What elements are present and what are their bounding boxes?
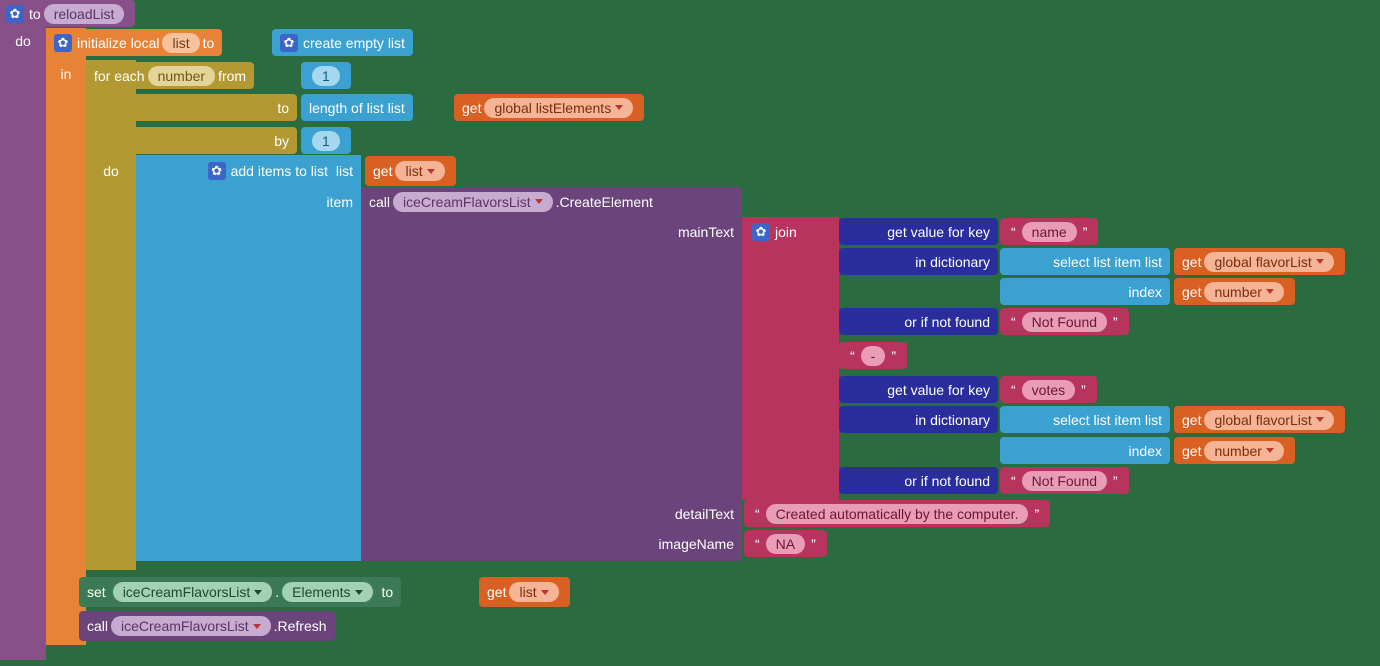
imageName-label: imageName xyxy=(361,530,742,557)
get-number-2[interactable]: get number xyxy=(1174,437,1295,464)
from-value[interactable]: 1 xyxy=(301,62,351,89)
add-items-block[interactable]: ✿ add items to list list xyxy=(136,156,361,186)
get-list-1[interactable]: get list xyxy=(365,156,456,186)
init-var[interactable]: list xyxy=(162,33,199,53)
imageName-literal[interactable]: “NA” xyxy=(744,530,827,557)
gear-icon[interactable]: ✿ xyxy=(208,162,226,180)
chevron-down-icon xyxy=(355,590,363,595)
index-label-1: index xyxy=(1000,278,1170,305)
dict2-getkey[interactable]: get value for key xyxy=(839,376,998,403)
get-global-flavorList-2[interactable]: get global flavorList xyxy=(1174,406,1345,433)
foreach-do-label: do xyxy=(86,159,136,183)
chevron-down-icon xyxy=(615,105,623,110)
mainText-label: mainText xyxy=(361,218,742,245)
create-empty-list-block[interactable]: ✿ create empty list xyxy=(272,29,413,56)
get-global-flavorList-1[interactable]: get global flavorList xyxy=(1174,248,1345,275)
procedure-def-block[interactable]: ✿ to reloadList xyxy=(0,0,135,27)
name-literal[interactable]: “name” xyxy=(1000,218,1098,245)
do-label: do xyxy=(0,29,46,53)
foreach-block[interactable]: for each number from xyxy=(86,62,254,89)
dict1-notfound: or if not found xyxy=(839,308,998,335)
length-of-list-block[interactable]: length of list list xyxy=(301,94,413,121)
dict2-indict: in dictionary xyxy=(839,406,998,433)
detailText-label: detailText xyxy=(361,500,742,527)
votes-literal[interactable]: “votes” xyxy=(1000,376,1097,403)
chevron-down-icon xyxy=(254,590,262,595)
gear-icon[interactable]: ✿ xyxy=(280,34,298,52)
gear-icon[interactable]: ✿ xyxy=(752,223,770,241)
get-list-2[interactable]: get list xyxy=(479,577,570,607)
call-refresh-block[interactable]: call iceCreamFlavorsList .Refresh xyxy=(79,611,335,641)
join-block[interactable]: ✿ join xyxy=(744,218,811,245)
select-list-item-1[interactable]: select list item list xyxy=(1000,248,1170,275)
in-label: in xyxy=(46,62,86,86)
notfound-literal-1[interactable]: “Not Found” xyxy=(1000,308,1129,335)
to-label: to xyxy=(29,6,41,22)
select-list-item-2[interactable]: select list item list xyxy=(1000,406,1170,433)
dict2-notfound: or if not found xyxy=(839,467,998,494)
by-value[interactable]: 1 xyxy=(301,127,351,154)
detailText-literal[interactable]: “Created automatically by the computer.” xyxy=(744,500,1050,527)
chevron-down-icon xyxy=(535,199,543,204)
dict1-indict: in dictionary xyxy=(839,248,998,275)
chevron-down-icon xyxy=(427,169,435,174)
procedure-name[interactable]: reloadList xyxy=(44,4,125,24)
dash-literal[interactable]: “ - ” xyxy=(839,342,907,369)
chevron-down-icon xyxy=(541,590,549,595)
set-elements-block[interactable]: set iceCreamFlavorsList . Elements to xyxy=(79,577,401,607)
get-number-1[interactable]: get number xyxy=(1174,278,1295,305)
get-global-listElements[interactable]: get global listElements xyxy=(454,94,644,121)
item-label: item xyxy=(136,188,361,215)
init-label: initialize local xyxy=(77,35,159,51)
chevron-down-icon xyxy=(253,624,261,629)
dict1-getkey[interactable]: get value for key xyxy=(839,218,998,245)
chevron-down-icon xyxy=(1266,289,1274,294)
init-to: to xyxy=(203,35,215,51)
gear-icon[interactable]: ✿ xyxy=(54,34,72,52)
foreach-to-label: to xyxy=(86,94,297,121)
chevron-down-icon xyxy=(1316,417,1324,422)
notfound-literal-2[interactable]: “Not Found” xyxy=(1000,467,1129,494)
gear-icon[interactable]: ✿ xyxy=(6,5,24,23)
call-create-element[interactable]: call iceCreamFlavorsList .CreateElement xyxy=(361,188,742,215)
foreach-var[interactable]: number xyxy=(148,66,215,86)
chevron-down-icon xyxy=(1316,259,1324,264)
init-local-block[interactable]: ✿ initialize local list to xyxy=(46,29,222,56)
chevron-down-icon xyxy=(1266,448,1274,453)
index-label-2: index xyxy=(1000,437,1170,464)
foreach-by-label: by xyxy=(86,127,297,154)
